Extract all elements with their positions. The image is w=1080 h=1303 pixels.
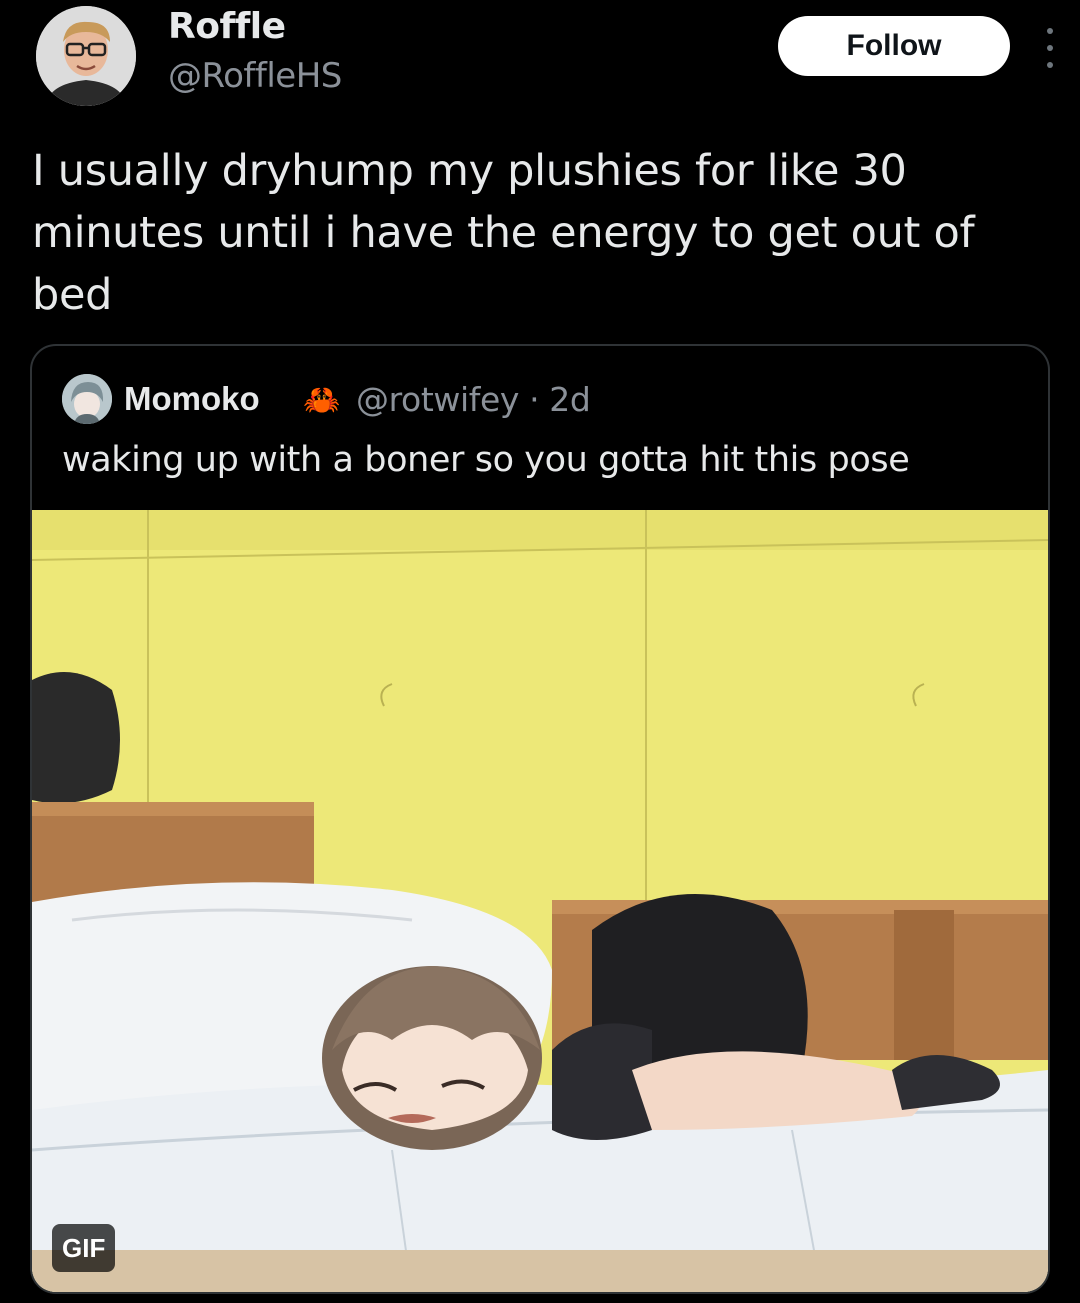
- quoted-tweet-text: waking up with a boner so you gotta hit …: [62, 440, 910, 480]
- gif-badge: GIF: [52, 1224, 116, 1272]
- follow-button[interactable]: Follow: [778, 16, 1010, 76]
- author-avatar[interactable]: [36, 6, 136, 106]
- dot: [1047, 28, 1053, 34]
- author-handle[interactable]: @RoffleHS: [168, 56, 342, 96]
- dot: [1047, 45, 1053, 51]
- quoted-author-avatar[interactable]: [62, 374, 112, 424]
- author-name[interactable]: Roffle: [168, 6, 286, 47]
- quoted-tweet-card[interactable]: Momoko 🦀 @rotwifey · 2d waking up with a…: [30, 344, 1050, 1294]
- tweet-text: I usually dryhump my plushies for like 3…: [32, 146, 975, 320]
- tweet[interactable]: Roffle @RoffleHS Follow I usually dryhum…: [0, 0, 1080, 1303]
- quoted-author-handle-time[interactable]: @rotwifey · 2d: [356, 380, 591, 419]
- dot: [1047, 62, 1053, 68]
- crab-emoji-icon: 🦀: [303, 382, 341, 418]
- quoted-author-name[interactable]: Momoko: [124, 380, 260, 418]
- gif-media[interactable]: GIF: [32, 510, 1048, 1292]
- vertical-ellipsis-icon[interactable]: [1038, 28, 1062, 68]
